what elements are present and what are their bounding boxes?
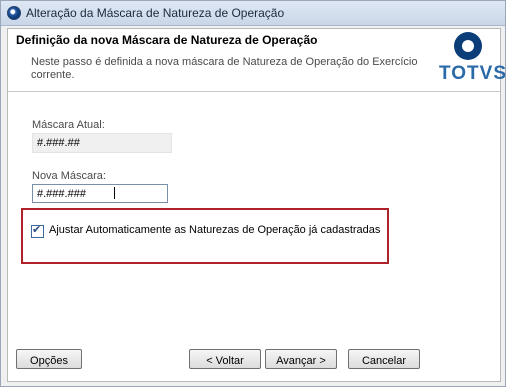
- auto-adjust-label[interactable]: Ajustar Automaticamente as Naturezas de …: [49, 224, 380, 236]
- new-mask-input[interactable]: [32, 184, 168, 203]
- text-caret: [114, 187, 115, 199]
- step-title: Definição da nova Máscara de Natureza de…: [16, 33, 318, 47]
- title-bar: Alteração da Máscara de Natureza de Oper…: [1, 1, 505, 26]
- step-description: Neste passo é definida a nova máscara de…: [31, 56, 418, 81]
- totvs-logo-icon: [454, 32, 482, 60]
- next-button[interactable]: Avançar >: [265, 349, 337, 369]
- cancel-button[interactable]: Cancelar: [348, 349, 420, 369]
- wizard-window: Alteração da Máscara de Natureza de Oper…: [0, 0, 506, 387]
- wizard-content: Definição da nova Máscara de Natureza de…: [7, 28, 506, 382]
- options-button[interactable]: Opções: [16, 349, 82, 369]
- window-title: Alteração da Máscara de Natureza de Oper…: [26, 6, 285, 20]
- current-mask-field: #.###.##: [32, 133, 172, 153]
- header-divider: [8, 91, 500, 92]
- app-icon: [7, 6, 21, 20]
- totvs-logo-text: TOTVS: [439, 63, 506, 84]
- back-button[interactable]: < Voltar: [189, 349, 261, 369]
- highlight-box: [21, 208, 389, 264]
- new-mask-label: Nova Máscara:: [32, 170, 106, 182]
- current-mask-label: Máscara Atual:: [32, 119, 105, 131]
- auto-adjust-checkbox[interactable]: [31, 223, 44, 238]
